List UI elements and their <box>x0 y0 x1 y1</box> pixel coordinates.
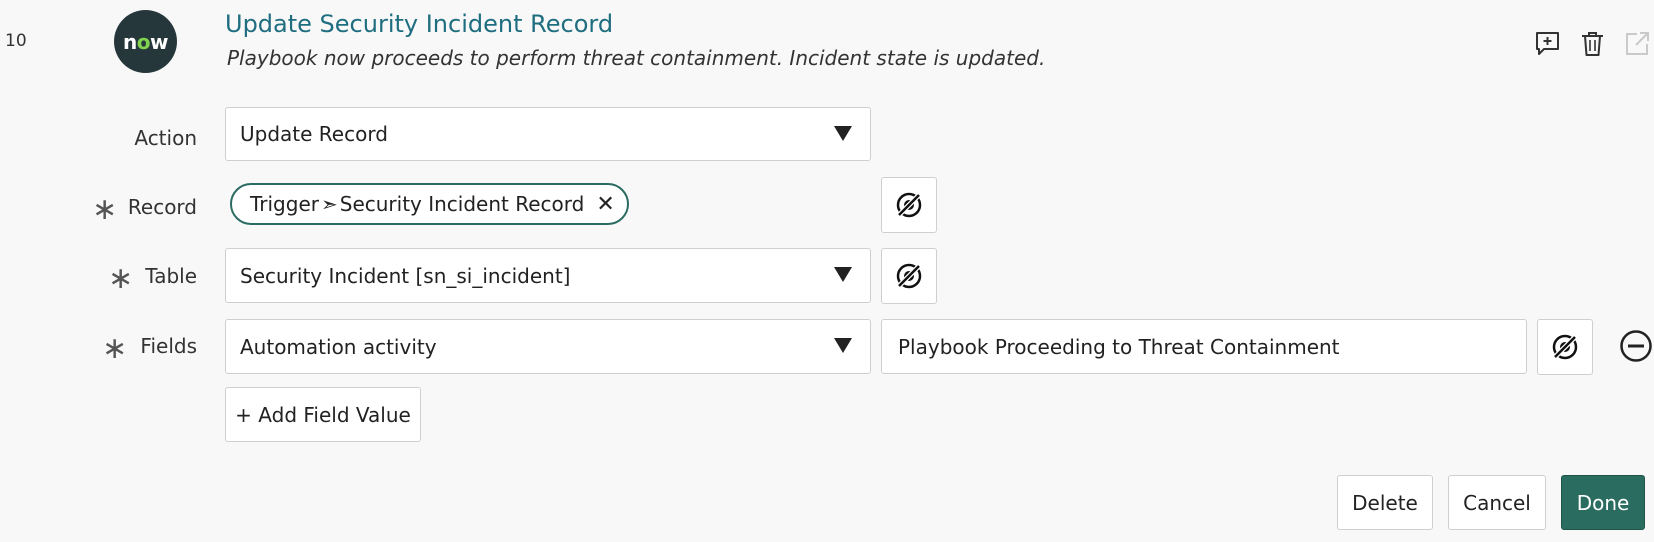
data-pill-picker-button[interactable] <box>881 177 937 233</box>
add-field-value-button[interactable]: + Add Field Value <box>225 387 421 442</box>
close-icon[interactable]: ✕ <box>596 192 614 217</box>
action-label: Action <box>134 126 197 150</box>
pill-record-text: Security Incident Record <box>339 192 585 216</box>
remove-field-icon[interactable] <box>1620 330 1652 362</box>
record-label: Record <box>127 195 197 219</box>
field-select-value: Automation activity <box>240 334 437 359</box>
servicenow-logo: now <box>114 10 177 73</box>
chevron-down-icon <box>834 267 852 282</box>
table-select-value: Security Incident [sn_si_incident] <box>240 263 571 288</box>
table-select[interactable]: Security Incident [sn_si_incident] <box>225 248 871 303</box>
step-title[interactable]: Update Security Incident Record <box>225 10 613 38</box>
table-label: Table <box>145 264 197 288</box>
action-select[interactable]: Update Record <box>225 107 871 161</box>
chevron-down-icon <box>834 126 852 141</box>
cancel-button[interactable]: Cancel <box>1448 475 1546 530</box>
logo-text: now <box>123 29 168 54</box>
data-pill-picker-icon <box>1551 333 1579 361</box>
data-pill-picker-button[interactable] <box>1537 319 1593 375</box>
data-pill-picker-button[interactable] <box>881 248 937 304</box>
data-pill-picker-icon <box>895 191 923 219</box>
header-actions <box>1534 30 1651 57</box>
done-button[interactable]: Done <box>1561 475 1645 530</box>
field-value-input[interactable] <box>881 319 1527 374</box>
add-comment-icon[interactable] <box>1534 30 1561 57</box>
chevron-down-icon <box>834 338 852 353</box>
trash-icon[interactable] <box>1579 30 1606 57</box>
action-select-value: Update Record <box>240 122 388 146</box>
data-pill-picker-icon <box>895 262 923 290</box>
step-description: Playbook now proceeds to perform threat … <box>227 46 1046 70</box>
fields-label: Fields <box>140 334 197 358</box>
open-external-icon[interactable] <box>1624 30 1651 57</box>
field-select[interactable]: Automation activity <box>225 319 871 374</box>
delete-button[interactable]: Delete <box>1337 475 1433 530</box>
pill-trigger-text: Trigger <box>250 192 319 216</box>
record-data-pill[interactable]: Trigger ➣ Security Incident Record ✕ <box>230 183 629 225</box>
arrow-right-icon: ➣ <box>320 192 338 216</box>
step-number: 10 <box>5 31 27 51</box>
